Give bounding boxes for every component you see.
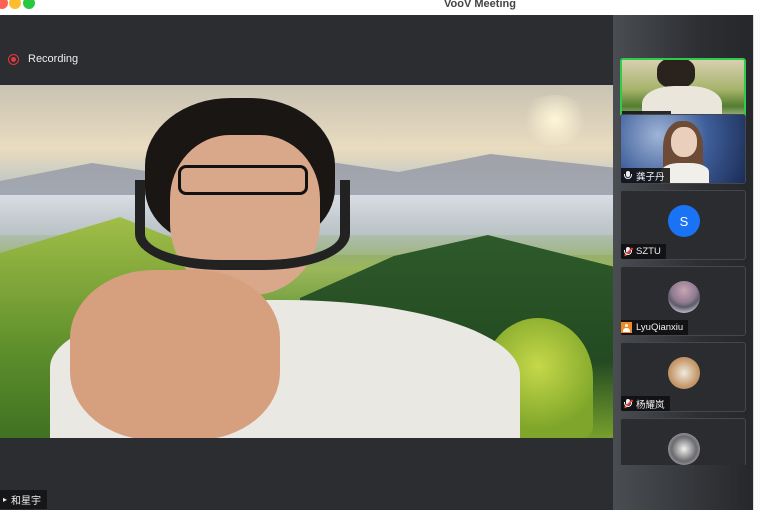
window-title: VooV Meeting <box>444 0 516 10</box>
title-bar: VooV Meeting <box>0 0 760 15</box>
speaker-indicator-icon: ▸ <box>3 495 8 504</box>
participant-name-tag: SZTU <box>621 244 666 259</box>
participant-name: 龚子丹 <box>636 171 665 183</box>
mic-muted-icon <box>624 246 633 257</box>
recording-icon <box>8 53 19 65</box>
participant-tile[interactable]: 龚子丹 <box>620 114 746 184</box>
participant-name: 杨耀岚 <box>636 399 665 411</box>
participant-name-tag: LyuQianxiu <box>621 320 689 335</box>
speaker-hands <box>70 270 280 438</box>
mic-icon <box>624 170 632 181</box>
participant-name: SZTU <box>636 246 661 257</box>
guest-user-icon <box>621 322 632 333</box>
recording-indicator[interactable]: Recording <box>8 53 78 65</box>
avatar <box>668 281 700 313</box>
mic-muted-icon <box>624 398 633 409</box>
participant-tile[interactable]: 杨耀岚 <box>620 342 746 412</box>
avatar: S <box>668 205 700 237</box>
avatar <box>668 433 700 465</box>
participant-tile[interactable]: LyuQianxiu <box>620 266 746 336</box>
main-speaker-name-tag: ▸ 和星宇 <box>0 490 48 509</box>
participant-name: LyuQianxiu <box>636 322 684 333</box>
participant-video-head <box>657 60 695 88</box>
background-sun <box>520 95 590 145</box>
speaker-figure <box>10 90 520 438</box>
recording-label: Recording <box>28 53 79 65</box>
participant-name-tag: 杨耀岚 <box>621 396 670 411</box>
participant-name-tag: 龚子丹 <box>621 168 670 183</box>
main-speaker-name: 和星宇 <box>11 496 42 507</box>
participant-video-face <box>671 127 697 157</box>
main-video[interactable] <box>0 85 613 438</box>
participant-tile[interactable] <box>620 418 746 466</box>
participant-tile[interactable]: S SZTU <box>620 190 746 260</box>
window-edge <box>753 15 760 510</box>
speaker-headset <box>135 180 350 270</box>
avatar <box>668 357 700 389</box>
main-stage: Recording ▸ 和星宇 <box>0 15 613 510</box>
participant-gallery[interactable]: 和星宇 龚子丹 S SZTU LyuQianxiu 杨耀岚 <box>613 15 753 510</box>
gallery-fade <box>613 465 753 510</box>
